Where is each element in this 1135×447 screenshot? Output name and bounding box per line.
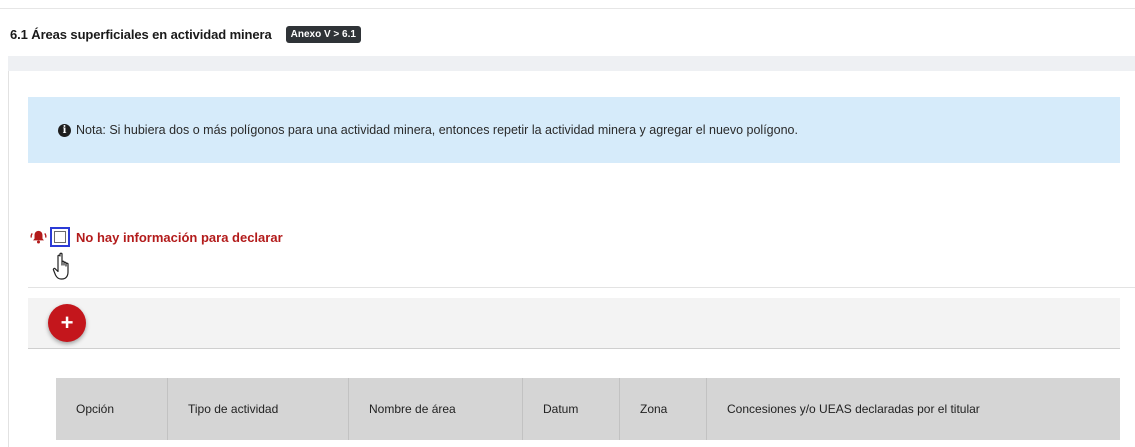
bell-alert-icon (30, 230, 47, 244)
table-toolbar: + (28, 298, 1120, 349)
column-header-zona[interactable]: Zona (620, 378, 707, 440)
add-row-button[interactable]: + (48, 304, 86, 342)
no-info-checkbox-focus[interactable] (50, 227, 70, 247)
section-title: 6.1 Áreas superficiales en actividad min… (10, 26, 272, 42)
divider-line (28, 287, 1135, 288)
no-info-row: No hay información para declarar (30, 224, 283, 250)
info-circle-icon: i (58, 123, 71, 137)
table-header: Opción Tipo de actividad Nombre de área … (56, 378, 1120, 440)
page: 6.1 Áreas superficiales en actividad min… (0, 0, 1135, 447)
no-info-label[interactable]: No hay información para declarar (76, 230, 283, 245)
no-info-checkbox[interactable] (54, 231, 66, 243)
column-header-datum[interactable]: Datum (523, 378, 620, 440)
column-header-nombre-area[interactable]: Nombre de área (349, 378, 523, 440)
note-box: i Nota: Si hubiera dos o más polígonos p… (28, 97, 1120, 163)
note-text: Nota: Si hubiera dos o más polígonos par… (76, 123, 798, 137)
column-header-opcion[interactable]: Opción (56, 378, 168, 440)
section-header: 6.1 Áreas superficiales en actividad min… (0, 14, 1135, 54)
hand-cursor-icon (52, 252, 69, 280)
column-header-concesiones[interactable]: Concesiones y/o UEAS declaradas por el t… (707, 378, 1120, 440)
column-header-tipo-actividad[interactable]: Tipo de actividad (168, 378, 349, 440)
section-band (8, 56, 1135, 71)
top-divider (0, 8, 1135, 9)
annex-badge: Anexo V > 6.1 (285, 25, 361, 43)
